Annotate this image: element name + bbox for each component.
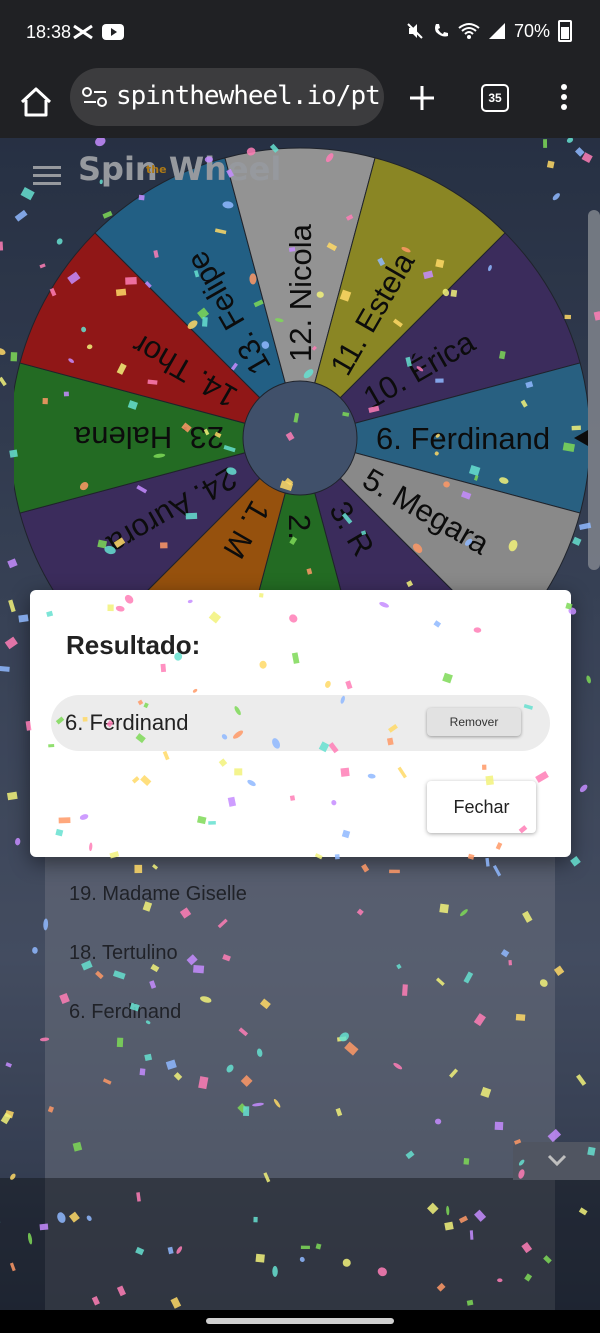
more-menu-icon[interactable] xyxy=(556,82,572,112)
dialog-title: Resultado: xyxy=(66,630,201,660)
close-button[interactable]: Fechar xyxy=(427,781,536,833)
remove-button[interactable]: Remover xyxy=(427,708,521,736)
result-text: 6. Ferdinand xyxy=(65,710,189,735)
new-tab-icon[interactable] xyxy=(404,80,440,116)
status-bar: 18:38 70% xyxy=(0,0,600,66)
home-gesture-pill[interactable] xyxy=(206,1318,394,1324)
browser-toolbar: spinthewheel.io/pt 35 xyxy=(0,66,600,139)
result-row: 6. Ferdinand Remover xyxy=(51,695,550,751)
url-bar[interactable]: spinthewheel.io/pt xyxy=(70,68,384,126)
navigation-bar xyxy=(0,1310,600,1333)
mute-icon xyxy=(407,23,423,39)
result-dialog: Resultado: 6. Ferdinand Remover Fechar xyxy=(30,590,571,857)
wifi-icon xyxy=(458,23,480,39)
youtube-icon xyxy=(102,24,124,40)
url-text: spinthewheel.io/pt xyxy=(116,81,381,111)
call-icon xyxy=(434,24,448,37)
status-right: 70% xyxy=(406,20,572,42)
status-time: 18:38 xyxy=(26,22,72,42)
battery-percent: 70% xyxy=(513,20,550,41)
cast-icon xyxy=(73,24,93,40)
signal-icon xyxy=(488,23,505,39)
site-settings-icon[interactable] xyxy=(82,86,108,108)
tab-switcher-button[interactable]: 35 xyxy=(481,84,509,112)
battery-icon xyxy=(558,20,572,42)
home-icon[interactable] xyxy=(14,80,58,124)
status-notification-icons xyxy=(72,24,124,40)
